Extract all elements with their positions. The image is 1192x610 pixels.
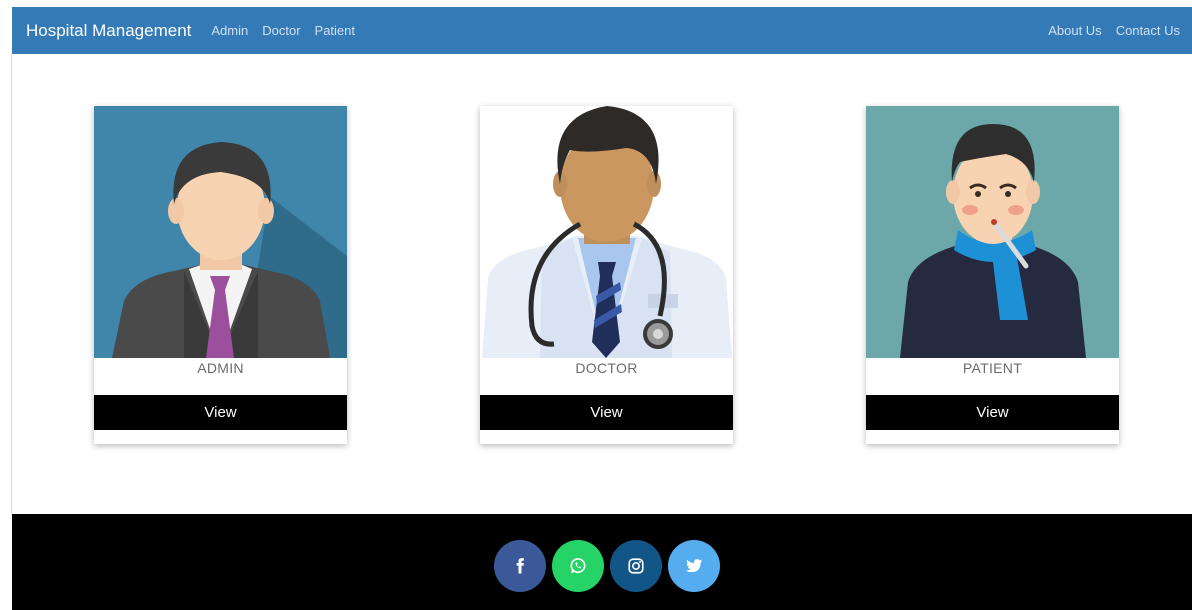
patient-card: PATIENT View [866, 106, 1119, 444]
instagram-icon [628, 558, 644, 574]
instagram-button[interactable] [610, 540, 662, 592]
navbar: Hospital Management Admin Doctor Patient… [12, 7, 1192, 54]
nav-link-doctor[interactable]: Doctor [262, 23, 300, 38]
facebook-button[interactable] [494, 540, 546, 592]
nav-link-patient[interactable]: Patient [315, 23, 355, 38]
nav-link-contact-us[interactable]: Contact Us [1116, 23, 1180, 38]
admin-card: ADMIN View [94, 106, 347, 444]
doctor-card-label: DOCTOR [575, 360, 638, 376]
patient-view-button[interactable]: View [866, 395, 1119, 430]
admin-avatar [94, 106, 347, 358]
page: Hospital Management Admin Doctor Patient… [0, 0, 1192, 610]
twitter-icon [685, 559, 703, 573]
nav-link-admin[interactable]: Admin [211, 23, 248, 38]
whatsapp-icon [570, 558, 586, 574]
nav-link-about-us[interactable]: About Us [1048, 23, 1101, 38]
admin-view-button[interactable]: View [94, 395, 347, 430]
doctor-avatar [480, 106, 733, 358]
patient-card-label: PATIENT [962, 360, 1023, 376]
whatsapp-button[interactable] [552, 540, 604, 592]
doctor-card: DOCTOR View [480, 106, 733, 444]
footer [12, 514, 1192, 610]
nav-right-links: About Us Contact Us [1048, 23, 1180, 38]
patient-avatar [866, 106, 1119, 358]
brand-title[interactable]: Hospital Management [26, 21, 191, 41]
facebook-icon [516, 558, 524, 574]
nav-left-links: Admin Doctor Patient [211, 23, 355, 38]
admin-card-label: ADMIN [197, 360, 244, 376]
doctor-view-button[interactable]: View [480, 395, 733, 430]
twitter-button[interactable] [668, 540, 720, 592]
left-border [11, 54, 12, 514]
